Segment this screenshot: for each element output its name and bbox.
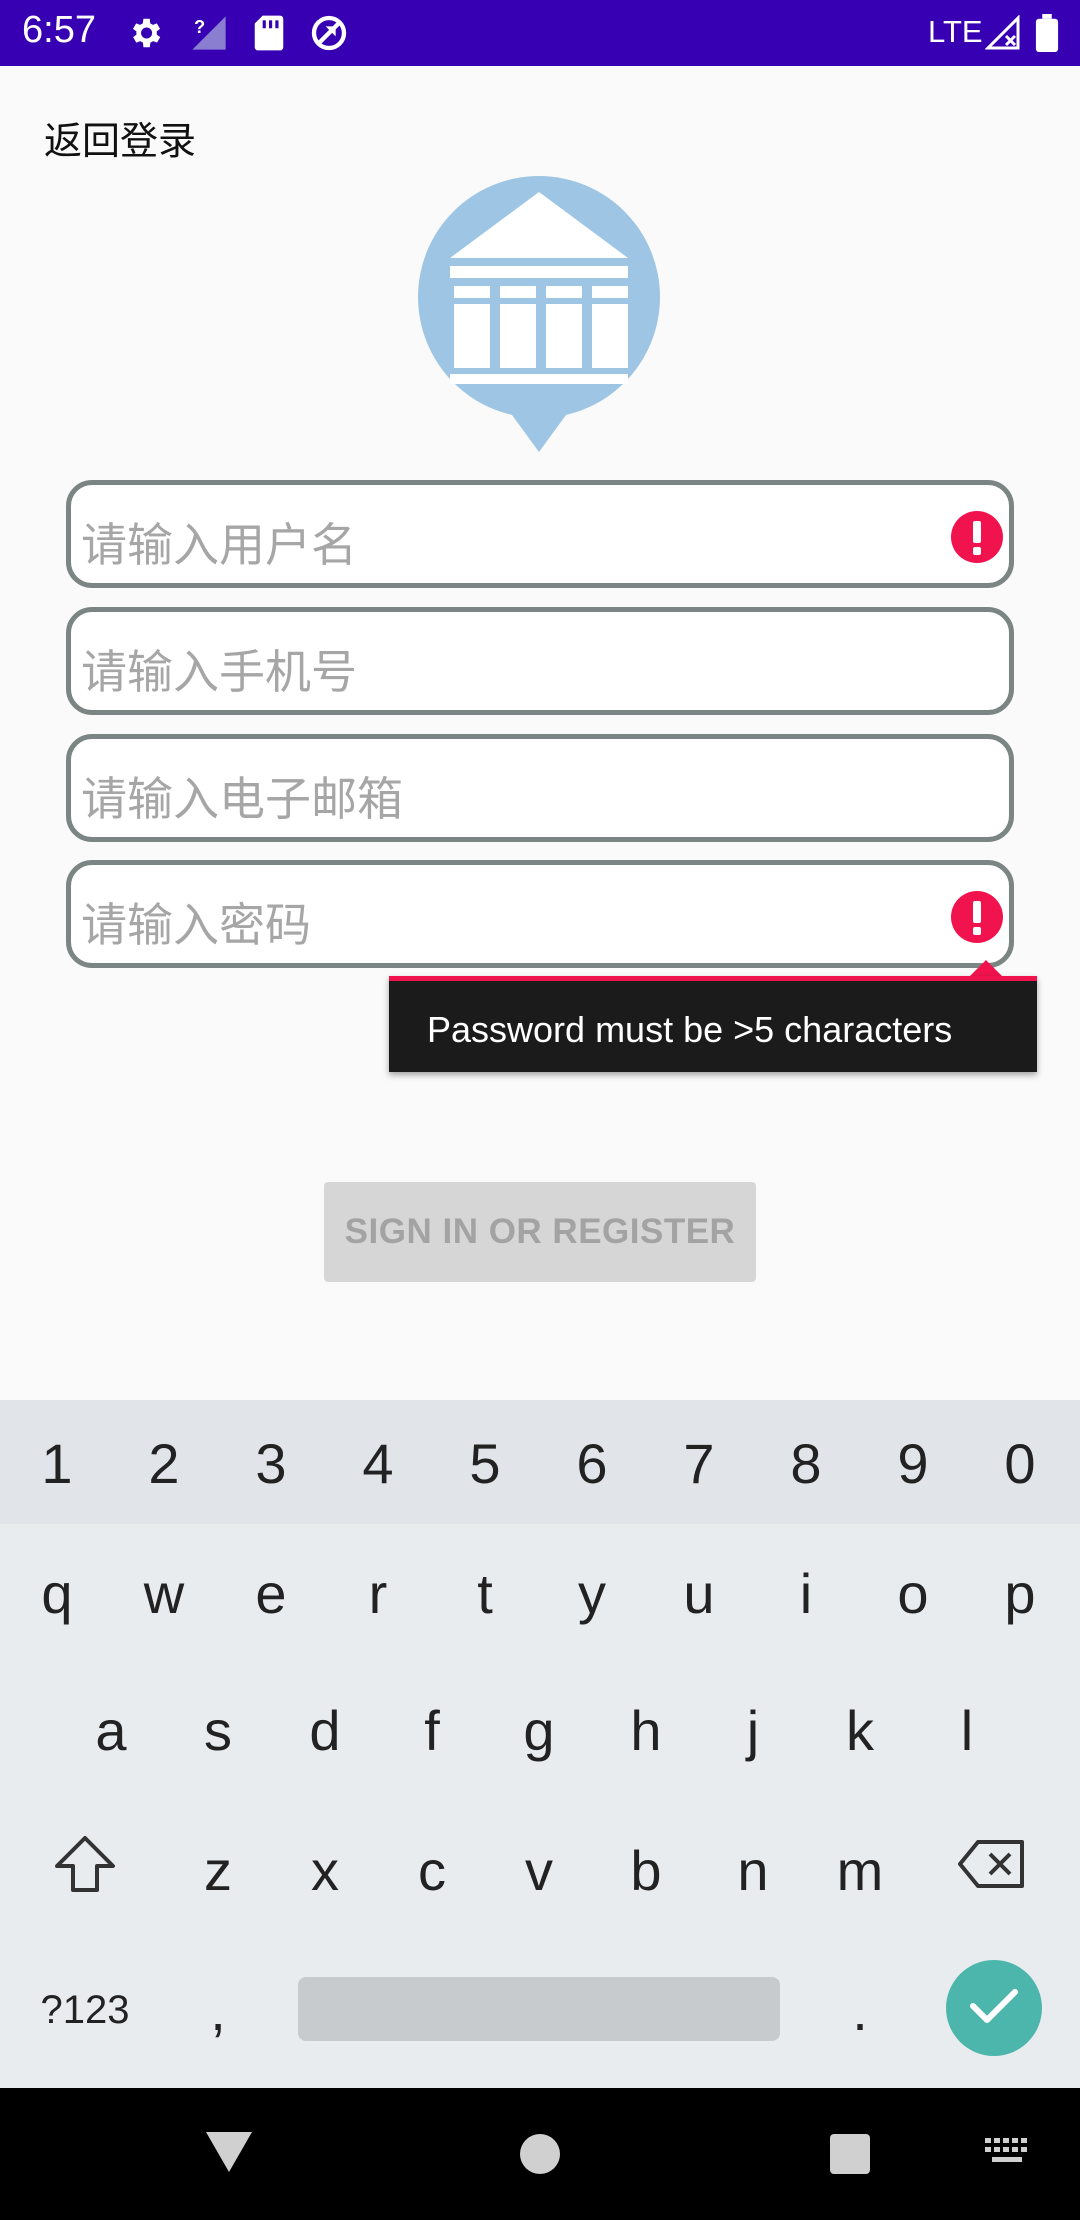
key-1[interactable]: 1 [7,1413,107,1513]
key-period[interactable]: . [810,1960,910,2060]
key-d[interactable]: d [275,1680,375,1780]
sync-disabled-icon [306,10,352,56]
key-l[interactable]: l [917,1680,1017,1780]
email-placeholder: 请输入电子邮箱 [81,772,403,826]
phone-placeholder: 请输入手机号 [81,645,357,699]
key-j[interactable]: j [703,1680,803,1780]
key-3[interactable]: 3 [221,1413,321,1513]
key-b[interactable]: b [596,1820,696,1920]
key-q[interactable]: q [7,1543,107,1643]
email-field[interactable]: 请输入电子邮箱 [66,734,1014,842]
key-e[interactable]: e [221,1543,321,1643]
keyboard-icon[interactable] [984,2136,1030,2172]
status-bar: 6:57 ? LTE [0,0,1080,66]
key-4[interactable]: 4 [328,1413,428,1513]
network-type: LTE [928,14,983,49]
navigation-bar [0,2088,1080,2220]
key-x[interactable]: x [275,1820,375,1920]
key-f[interactable]: f [382,1680,482,1780]
key-o[interactable]: o [863,1543,963,1643]
battery-icon [1024,10,1070,56]
status-time: 6:57 [22,9,96,51]
key-c[interactable]: c [382,1820,482,1920]
key-6[interactable]: 6 [542,1413,642,1513]
key-v[interactable]: v [489,1820,589,1920]
key-s[interactable]: s [168,1680,268,1780]
key-0[interactable]: 0 [970,1413,1070,1513]
key-h[interactable]: h [596,1680,696,1780]
username-field[interactable]: 请输入用户名 [66,480,1014,588]
tooltip-text: Password must be >5 characters [427,1009,953,1050]
key-m[interactable]: m [810,1820,910,1920]
password-field[interactable]: 请输入密码 [66,860,1014,968]
key-9[interactable]: 9 [863,1413,963,1513]
key-i[interactable]: i [756,1543,856,1643]
key-7[interactable]: 7 [649,1413,749,1513]
space-bar[interactable] [298,1977,780,2041]
key-comma[interactable]: , [168,1960,268,2060]
home-circle-icon[interactable] [518,2132,562,2180]
backspace-key[interactable] [942,1820,1042,1920]
bank-building-logo [416,174,662,452]
key-t[interactable]: t [435,1543,535,1643]
phone-field[interactable]: 请输入手机号 [66,607,1014,715]
key-u[interactable]: u [649,1543,749,1643]
password-error-tooltip: Password must be >5 characters [389,976,1037,1072]
gear-icon [122,10,168,56]
signal-x-icon [980,10,1026,56]
error-icon [951,891,1003,943]
recents-square-icon[interactable] [828,2132,872,2180]
key-w[interactable]: w [114,1543,214,1643]
key-5[interactable]: 5 [435,1413,535,1513]
signin-register-button[interactable]: SIGN IN OR REGISTER [324,1182,756,1282]
username-placeholder: 请输入用户名 [81,518,357,572]
number-row: 1 2 3 4 5 6 7 8 9 0 [0,1400,1080,1524]
soft-keyboard: 1 2 3 4 5 6 7 8 9 0 q w e r t y u i o p … [0,1400,1080,2088]
key-g[interactable]: g [489,1680,589,1780]
svg-text:?: ? [194,16,205,37]
symbols-key[interactable]: ?123 [35,1960,135,2060]
back-to-login-link[interactable]: 返回登录 [44,110,196,165]
key-k[interactable]: k [810,1680,910,1780]
shift-icon [53,1834,117,1907]
shift-key[interactable] [35,1820,135,1920]
password-placeholder: 请输入密码 [81,898,311,952]
back-triangle-icon[interactable] [204,2130,254,2178]
enter-key[interactable] [946,1960,1042,2056]
checkmark-icon [969,1986,1019,2030]
key-8[interactable]: 8 [756,1413,856,1513]
key-a[interactable]: a [61,1680,161,1780]
error-icon [951,511,1003,563]
key-r[interactable]: r [328,1543,428,1643]
tooltip-arrow [970,960,1002,976]
key-p[interactable]: p [970,1543,1070,1643]
key-y[interactable]: y [542,1543,642,1643]
key-z[interactable]: z [168,1820,268,1920]
key-2[interactable]: 2 [114,1413,214,1513]
sd-card-icon [246,10,292,56]
backspace-icon [956,1838,1028,1903]
signal-question-icon: ? [186,10,232,56]
key-n[interactable]: n [703,1820,803,1920]
